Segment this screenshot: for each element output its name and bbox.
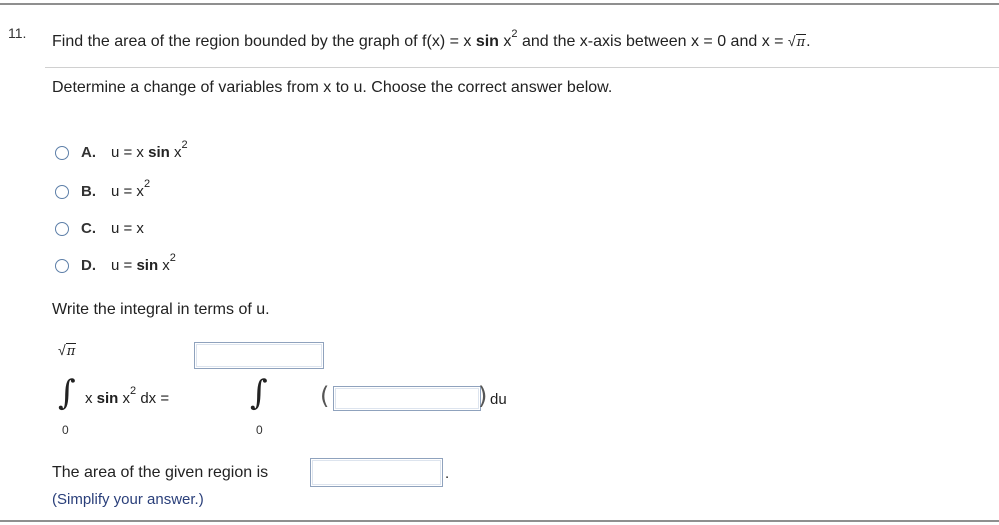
option-c[interactable]: C. u = x bbox=[55, 220, 144, 237]
integrand: x sin x2 dx = bbox=[85, 385, 170, 408]
question-number: 11. bbox=[8, 25, 27, 41]
option-b[interactable]: B. u = x2 bbox=[55, 179, 150, 200]
part2-prompt: Write the integral in terms of u. bbox=[52, 301, 270, 318]
option-a[interactable]: A. u = x sin x2 bbox=[55, 140, 188, 161]
part3-prompt: The area of the given region is bbox=[52, 464, 269, 481]
area-answer-input[interactable] bbox=[310, 458, 443, 487]
top-divider bbox=[0, 3, 999, 5]
integral-upper-limit: √π bbox=[58, 342, 77, 359]
radio-option-c[interactable] bbox=[55, 221, 69, 236]
radio-option-b[interactable] bbox=[55, 184, 69, 199]
question-stem: Find the area of the region bounded by t… bbox=[52, 27, 811, 50]
upper-limit-input[interactable] bbox=[194, 342, 324, 369]
simplify-note: (Simplify your answer.) bbox=[52, 491, 204, 508]
area-period: . bbox=[445, 465, 450, 482]
integral-sign-left: ∫ bbox=[58, 373, 76, 413]
option-d[interactable]: D. u = sin x2 bbox=[55, 253, 176, 274]
open-paren: ( bbox=[320, 382, 330, 410]
radio-option-d[interactable] bbox=[55, 258, 69, 273]
integral-lower-limit: 0 bbox=[62, 423, 69, 437]
integral-sign-right: ∫ bbox=[250, 373, 268, 413]
sqrt-pi-symbol: √π bbox=[787, 33, 807, 50]
part1-prompt: Determine a change of variables from x t… bbox=[52, 79, 613, 96]
radio-option-a[interactable] bbox=[55, 145, 69, 160]
bottom-divider bbox=[0, 520, 999, 522]
integral-rhs-lower-limit: 0 bbox=[256, 423, 263, 437]
close-paren: ) bbox=[478, 382, 488, 410]
integrand-u-input[interactable] bbox=[333, 386, 481, 411]
du-label: du bbox=[490, 391, 507, 408]
stem-divider bbox=[45, 67, 999, 68]
